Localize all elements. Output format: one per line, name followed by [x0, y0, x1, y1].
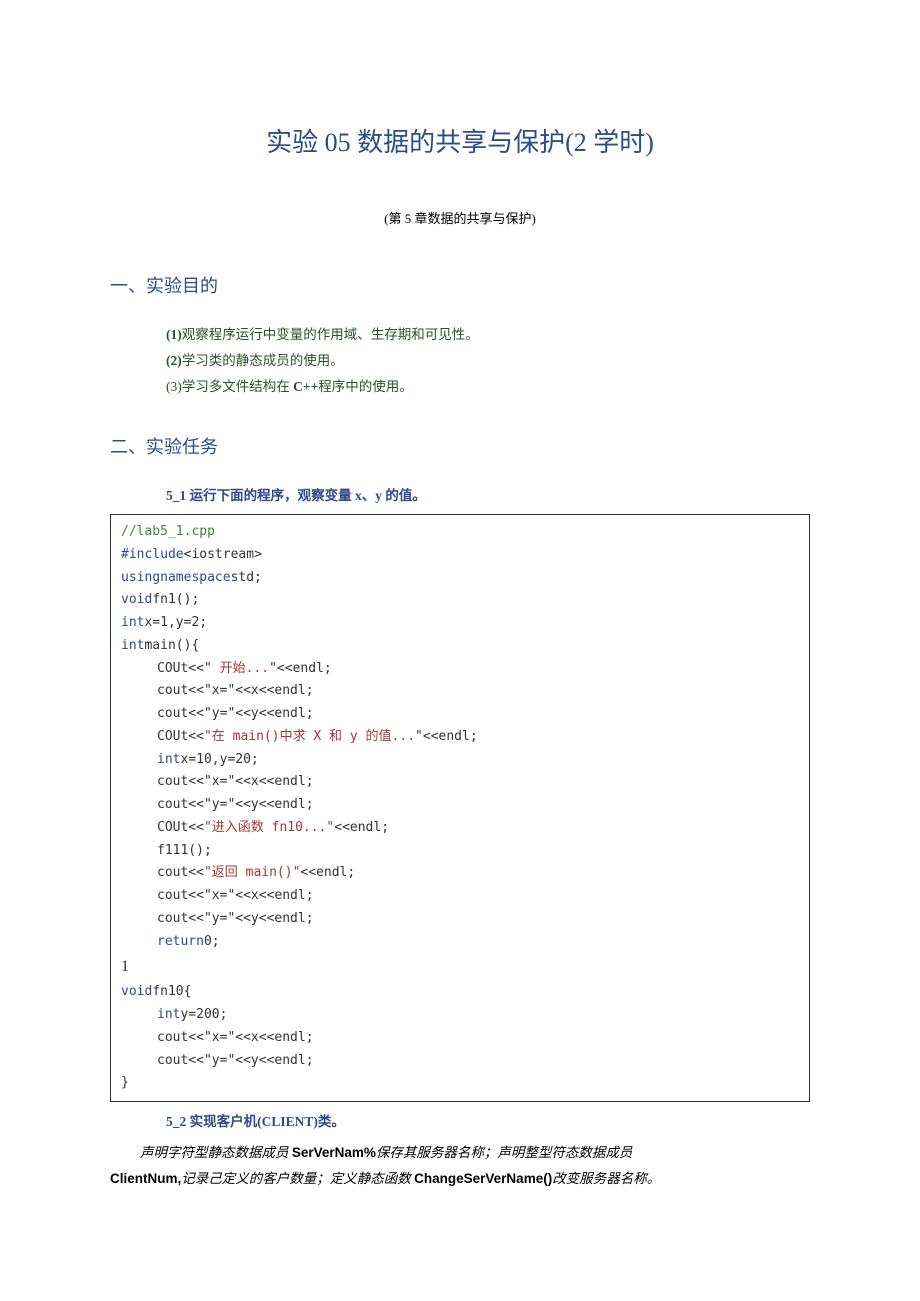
code-line: cout<<"x="<<x<<endl;: [121, 885, 314, 908]
code-line: cout<<"x="<<x<<endl;: [121, 1027, 314, 1050]
code-line: cout<<"x="<<x<<endl;: [121, 680, 314, 703]
code-line: usingnamespace: [121, 570, 231, 585]
task-5-2-description: 声明字符型静态数据成员 SerVerNam%保存其服务器名称；声明整型符态数据成…: [140, 1140, 810, 1191]
objective-2: (2)学习类的静态成员的使用。: [166, 349, 810, 373]
code-line: cout<<"y="<<y<<endl;: [121, 794, 314, 817]
code-line: cout<<: [157, 865, 204, 880]
code-line: COUt<<": [157, 661, 212, 676]
code-line: //lab5_1.cpp: [121, 524, 215, 539]
code-line: int: [121, 615, 144, 630]
objectives-list: (1)观察程序运行中变量的作用域、生存期和可见性。 (2)学习类的静态成员的使用…: [166, 323, 810, 400]
code-line: int: [157, 752, 180, 767]
code-block: //lab5_1.cpp #include<iostream> usingnam…: [110, 514, 810, 1102]
code-line: cout<<"y="<<y<<endl;: [121, 908, 314, 931]
code-line: f111();: [121, 840, 212, 863]
code-line: 1: [121, 958, 129, 975]
code-line: cout<<"y="<<y<<endl;: [121, 1050, 314, 1073]
section-1-heading: 一、实验目的: [110, 270, 810, 302]
code-line: int: [121, 638, 144, 653]
section-2-heading: 二、实验任务: [110, 431, 810, 463]
objective-3: (3)学习多文件结构在 C++程序中的使用。: [166, 375, 810, 399]
code-line: COUt<<: [157, 729, 204, 744]
task-5-2-title: 5_2 实现客户机(CLIENT)类。: [166, 1110, 810, 1134]
code-line: }: [121, 1075, 129, 1090]
objective-1: (1)观察程序运行中变量的作用域、生存期和可见性。: [166, 323, 810, 347]
task-5-1-title: 5_1 运行下面的程序，观察变量 x、y 的值。: [166, 484, 810, 508]
document-title: 实验 05 数据的共享与保护(2 学时): [110, 120, 810, 167]
code-line: cout<<"y="<<y<<endl;: [121, 703, 314, 726]
code-line: #include: [121, 547, 184, 562]
code-line: int: [157, 1007, 180, 1022]
document-subtitle: (第 5 章数据的共享与保护): [110, 207, 810, 230]
code-line: return: [157, 934, 204, 949]
code-line: void: [121, 984, 152, 999]
code-line: COUt<<: [157, 820, 204, 835]
code-line: cout<<"x="<<x<<endl;: [121, 771, 314, 794]
code-line: void: [121, 592, 152, 607]
